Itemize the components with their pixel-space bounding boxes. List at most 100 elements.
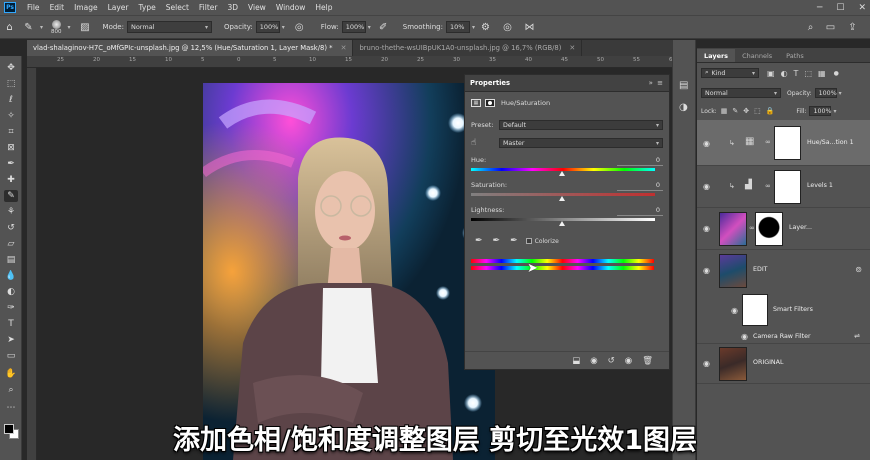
lightness-slider-thumb[interactable]	[559, 221, 565, 226]
layer-row-hue-saturation[interactable]: ◉ ↳ ▦ ∞ Hue/Sa...tion 1	[697, 120, 870, 166]
chevron-down-icon[interactable]: ▾	[839, 90, 842, 97]
delete-trash-icon[interactable]: 🗑	[642, 356, 653, 366]
home-icon[interactable]: ⌂	[3, 21, 16, 34]
kind-filter-select[interactable]: ⌕ Kind ▾	[701, 68, 759, 78]
lock-position-icon[interactable]: ✥	[743, 107, 749, 115]
zoom-tool-icon[interactable]: ⌕	[4, 384, 18, 396]
layer-mask-thumbnail[interactable]	[774, 126, 801, 160]
dodge-tool-icon[interactable]: ◐	[4, 286, 18, 298]
airbrush-icon[interactable]: ✐	[377, 21, 390, 34]
preset-select[interactable]: Default ▾	[499, 120, 663, 130]
close-icon[interactable]: ✕	[569, 44, 575, 52]
close-icon[interactable]: ✕	[858, 3, 866, 13]
lock-pixels-icon[interactable]: ▦	[721, 107, 728, 115]
smart-object-filter-icon[interactable]: ▦	[818, 69, 826, 78]
chevron-down-icon[interactable]: ▾	[368, 24, 371, 31]
chevron-down-icon[interactable]: ▾	[282, 24, 285, 31]
lock-paint-icon[interactable]: ✎	[732, 107, 738, 115]
adjustments-panel-icon[interactable]: ◑	[679, 102, 688, 113]
eyedropper-tool-icon[interactable]: ✒	[4, 158, 18, 170]
smart-filters-row[interactable]: ◉ Smart Filters	[697, 292, 870, 330]
chevron-down-icon[interactable]: ▾	[472, 24, 475, 31]
lasso-tool-icon[interactable]: ℓ	[4, 94, 18, 106]
clip-to-layer-icon[interactable]: ⬓	[572, 356, 580, 366]
layer-thumbnail[interactable]	[719, 212, 747, 246]
menu-3d[interactable]: 3D	[222, 3, 243, 12]
minimize-icon[interactable]: ─	[817, 3, 822, 13]
lock-artboard-icon[interactable]: ⬚	[754, 107, 761, 115]
smart-filters-label[interactable]: Smart Filters	[773, 306, 813, 313]
opacity-field[interactable]: 100%	[255, 21, 280, 33]
chain-link-icon[interactable]: ∞	[749, 224, 755, 232]
tab-paths[interactable]: Paths	[779, 49, 811, 62]
symmetry-icon[interactable]: ⋈	[523, 21, 536, 34]
filter-name[interactable]: Camera Raw Filter	[753, 333, 811, 340]
search-icon[interactable]: ⌕	[804, 21, 817, 34]
menu-filter[interactable]: Filter	[194, 3, 223, 12]
visibility-eye-icon[interactable]: ◉	[731, 306, 738, 315]
foreground-color-swatch[interactable]	[4, 424, 14, 434]
lightness-value[interactable]: 0	[617, 206, 663, 216]
smoothing-field[interactable]: 10%	[445, 21, 470, 33]
brush-tool-icon[interactable]: ✎	[22, 21, 35, 34]
pen-tool-icon[interactable]: ✑	[4, 302, 18, 314]
panel-menu-icon[interactable]: » ≡	[649, 79, 664, 87]
maximize-icon[interactable]: ☐	[836, 3, 844, 13]
mask-icon[interactable]	[485, 99, 495, 107]
type-tool-icon[interactable]: T	[4, 318, 18, 330]
visibility-eye-icon[interactable]: ◉	[741, 332, 748, 341]
properties-tab[interactable]: Properties	[470, 79, 510, 87]
layer-mask-thumbnail[interactable]	[755, 212, 783, 246]
saturation-value[interactable]: 0	[617, 181, 663, 191]
layer-name[interactable]: Levels 1	[807, 182, 833, 189]
tab-channels[interactable]: Channels	[735, 49, 779, 62]
layer-name[interactable]: EDIT	[753, 266, 768, 273]
channel-select[interactable]: Master ▾	[499, 138, 663, 148]
fill-field[interactable]: 100%	[809, 106, 831, 116]
menu-type[interactable]: Type	[134, 3, 161, 12]
more-tools-icon[interactable]: ⋯	[4, 402, 18, 414]
crop-tool-icon[interactable]: ⌗	[4, 126, 18, 138]
shape-filter-icon[interactable]: ⬚	[804, 69, 812, 78]
adjustment-filter-icon[interactable]: ◐	[781, 69, 788, 78]
visibility-eye-icon[interactable]: ◉	[703, 359, 710, 368]
flow-field[interactable]: 100%	[341, 21, 366, 33]
layer-thumbnail[interactable]	[719, 347, 747, 381]
menu-help[interactable]: Help	[310, 3, 337, 12]
document-tab[interactable]: bruno-thethe-wsUIBpUK1A0-unsplash.jpg @ …	[353, 40, 583, 56]
visibility-eye-icon[interactable]: ◉	[703, 139, 710, 148]
chevron-down-icon[interactable]: ▾	[833, 108, 836, 115]
brush-settings-icon[interactable]: ▨	[79, 21, 92, 34]
eraser-tool-icon[interactable]: ▱	[4, 238, 18, 250]
layer-row-levels[interactable]: ◉ ↳ ▟ ∞ Levels 1	[697, 166, 870, 208]
move-tool-icon[interactable]: ✥	[4, 62, 18, 74]
smart-filter-mask-thumbnail[interactable]	[742, 294, 768, 326]
view-previous-icon[interactable]: ◉	[590, 356, 597, 366]
colorize-checkbox[interactable]	[525, 238, 532, 244]
gradient-tool-icon[interactable]: ▤	[4, 254, 18, 266]
menu-image[interactable]: Image	[69, 3, 103, 12]
targeted-adjustment-icon[interactable]: ☝	[471, 138, 485, 148]
workspace-icon[interactable]: ▭	[824, 21, 837, 34]
close-icon[interactable]: ✕	[341, 44, 347, 52]
brush-preset-picker[interactable]: 800	[51, 19, 62, 35]
reset-icon[interactable]: ↺	[608, 356, 615, 366]
gear-icon[interactable]: ⚙	[479, 21, 492, 34]
brush-tool-icon[interactable]: ✎	[4, 190, 18, 202]
blend-mode-select[interactable]: Normal ▾	[701, 88, 781, 98]
quick-select-tool-icon[interactable]: ✧	[4, 110, 18, 122]
eyedropper-icon[interactable]: ✒	[475, 236, 483, 246]
marquee-tool-icon[interactable]: ⬚	[4, 78, 18, 90]
history-panel-icon[interactable]: ▤	[679, 80, 688, 91]
chain-link-icon[interactable]: ∞	[765, 182, 771, 190]
hue-slider-thumb[interactable]	[559, 171, 565, 176]
lock-all-icon[interactable]: 🔒	[766, 107, 775, 115]
eyedropper-plus-icon[interactable]: ✒	[493, 236, 501, 246]
menu-file[interactable]: File	[22, 3, 45, 12]
hue-value[interactable]: 0	[617, 156, 663, 166]
layer-thumbnail[interactable]	[719, 254, 747, 288]
document-photo[interactable]	[203, 83, 495, 460]
layer-opacity-field[interactable]: 100%	[814, 88, 837, 98]
chain-link-icon[interactable]: ∞	[765, 138, 771, 146]
filter-toggle-icon[interactable]: ●	[834, 70, 839, 77]
